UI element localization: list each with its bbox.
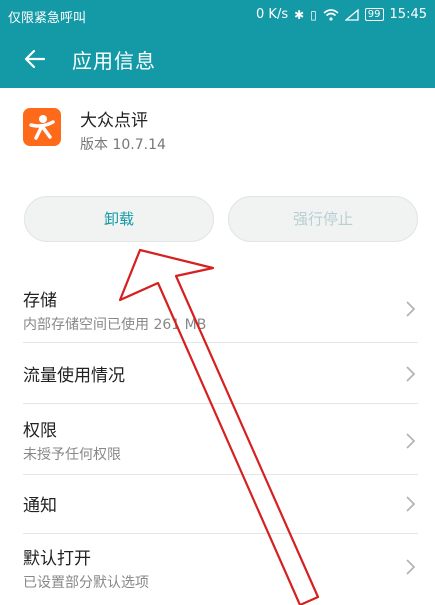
wifi-icon [323,8,339,21]
chevron-right-icon [406,559,416,575]
chevron-right-icon [406,366,416,382]
settings-item-title: 权限 [23,421,57,441]
settings-item-subtitle: 已设置部分默认选项 [23,575,149,591]
page-title: 应用信息 [72,49,156,73]
settings-item-notifications[interactable]: 通知 [0,475,435,534]
force-stop-button[interactable]: 强行停止 [228,196,418,242]
settings-item-open-by-default[interactable]: 默认打开 已设置部分默认选项 [0,534,435,604]
uninstall-button[interactable]: 卸载 [24,196,214,242]
chevron-right-icon [406,496,416,512]
signal-icon [344,8,359,21]
settings-item-data-usage[interactable]: 流量使用情况 [0,343,435,404]
settings-item-title: 存储 [23,291,57,311]
chevron-right-icon [406,301,416,317]
vibrate-icon: ▯ [310,7,317,22]
app-bar: 应用信息 [0,30,435,88]
app-name: 大众点评 [80,111,148,131]
settings-item-storage[interactable]: 存储 内部存储空间已使用 261 MB [0,270,435,343]
dianping-logo-icon [23,108,61,146]
settings-item-title: 通知 [23,496,57,516]
app-version: 版本 10.7.14 [80,137,166,153]
bluetooth-icon: ✱ [294,7,305,22]
network-speed: 0 K/s [256,7,289,22]
settings-item-subtitle: 内部存储空间已使用 261 MB [23,317,207,333]
carrier-label: 仅限紧急呼叫 [8,11,87,26]
status-icons: 0 K/s ✱ ▯ 99 15:45 [256,7,427,22]
status-bar: 仅限紧急呼叫 0 K/s ✱ ▯ 99 15:45 [0,0,435,30]
back-arrow-icon[interactable] [22,46,48,72]
clock: 15:45 [389,7,427,22]
settings-item-permissions[interactable]: 权限 未授予任何权限 [0,404,435,475]
settings-item-subtitle: 未授予任何权限 [23,447,121,463]
settings-item-title: 默认打开 [23,549,91,569]
settings-item-title: 流量使用情况 [23,366,125,386]
app-header: 大众点评 版本 10.7.14 [0,88,435,188]
battery-icon: 99 [364,8,384,21]
chevron-right-icon [406,433,416,449]
